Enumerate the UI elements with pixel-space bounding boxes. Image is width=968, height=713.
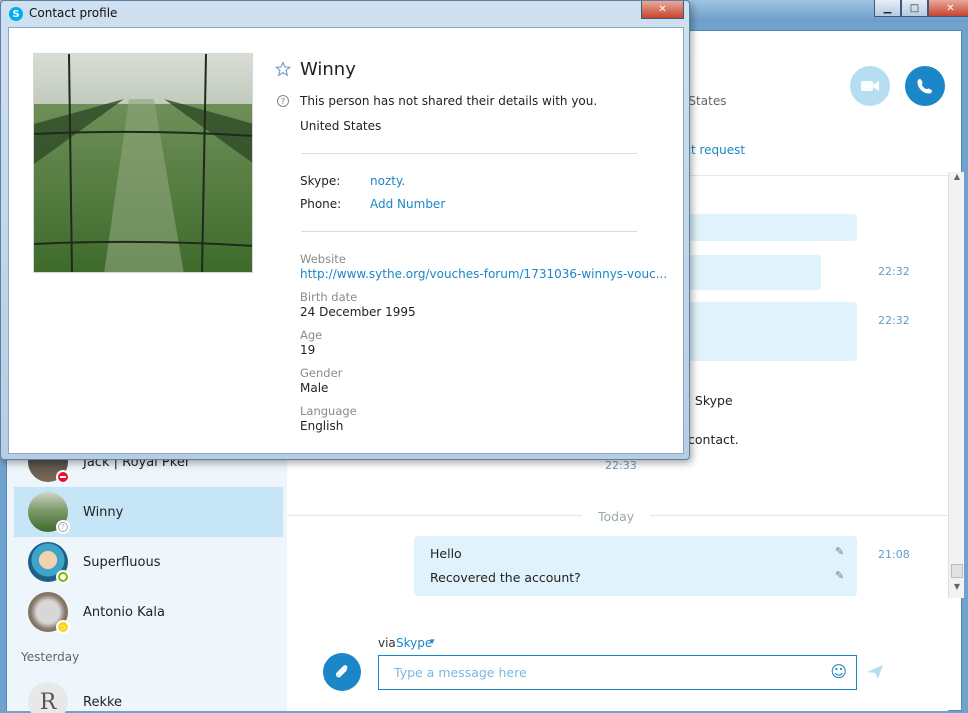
- privacy-note: This person has not shared their details…: [300, 94, 598, 108]
- profile-photo: [33, 53, 253, 273]
- message-text: contact.: [688, 432, 739, 447]
- help-icon: ?: [277, 95, 289, 107]
- message-input-placeholder: Type a message here: [394, 665, 527, 680]
- paperclip-icon: [335, 665, 348, 678]
- skype-label: Skype:: [300, 174, 341, 188]
- video-camera-icon: [861, 81, 879, 91]
- divider: [301, 231, 637, 232]
- profile-close-button[interactable]: ✕: [641, 1, 684, 19]
- age-value: 19: [300, 343, 316, 357]
- contact-item-antonio[interactable]: ◷ Antonio Kala: [14, 587, 283, 637]
- message-input-box[interactable]: Type a message here ☺: [378, 655, 857, 690]
- scroll-down-arrow[interactable]: ▼: [951, 582, 963, 596]
- message-time: 22:32: [878, 265, 910, 278]
- away-status-icon: ◷: [56, 620, 70, 634]
- language-label: Language: [300, 404, 357, 418]
- age-label: Age: [300, 328, 323, 342]
- contact-item-rekke[interactable]: R Rekke: [14, 677, 283, 713]
- avatar: R: [28, 682, 68, 713]
- edit-icon[interactable]: ✎: [835, 569, 844, 582]
- via-label: via: [378, 636, 396, 650]
- attach-button[interactable]: [323, 653, 361, 691]
- skype-name-value[interactable]: nozty.: [370, 174, 405, 188]
- message-bubble: [414, 536, 857, 596]
- contact-name: Antonio Kala: [83, 604, 165, 620]
- message-time: 22:32: [878, 314, 910, 327]
- minimize-button[interactable]: ▁: [874, 0, 901, 17]
- avatar: [28, 542, 70, 584]
- divider: [301, 153, 637, 154]
- section-label-yesterday: Yesterday: [21, 650, 80, 664]
- message-time: 21:08: [878, 548, 910, 561]
- emoticon-icon[interactable]: ☺: [830, 662, 847, 681]
- message-text: Hello: [430, 546, 462, 561]
- send-button[interactable]: [866, 664, 884, 683]
- contact-profile-window: S Contact profile ✕ Winny ? This person …: [0, 0, 690, 460]
- gender-value: Male: [300, 381, 329, 395]
- birth-date-label: Birth date: [300, 290, 358, 304]
- avatar: ?: [28, 492, 70, 534]
- avatar: ◷: [28, 592, 70, 634]
- chevron-down-icon[interactable]: ▾: [430, 637, 435, 647]
- message-text: n Skype: [683, 393, 733, 408]
- phone-label: Phone:: [300, 197, 342, 211]
- profile-window-title: Contact profile: [29, 6, 118, 20]
- favorite-star-icon[interactable]: [275, 61, 291, 77]
- day-separator-label: Today: [582, 509, 651, 524]
- profile-country: United States: [300, 119, 382, 133]
- language-value: English: [300, 419, 344, 433]
- contact-name: Winny: [83, 504, 124, 520]
- busy-status-icon: [56, 470, 70, 484]
- via-service-selector[interactable]: Skype: [396, 636, 432, 650]
- maximize-button[interactable]: □: [901, 0, 928, 17]
- profile-name: Winny: [300, 59, 356, 80]
- scroll-up-arrow[interactable]: ▲: [951, 172, 963, 186]
- edit-icon[interactable]: ✎: [835, 545, 844, 558]
- online-status-icon: [56, 570, 70, 584]
- profile-photo-image: [34, 54, 252, 272]
- unknown-status-icon: ?: [56, 520, 70, 534]
- message-text: Recovered the account?: [430, 570, 581, 585]
- conversation-scrollbar[interactable]: ▲ ▼: [948, 172, 964, 598]
- website-label: Website: [300, 252, 346, 266]
- send-icon: [867, 665, 883, 679]
- video-call-button[interactable]: [850, 66, 890, 106]
- contact-item-superfluous[interactable]: Superfluous: [14, 537, 283, 587]
- website-link[interactable]: http://www.sythe.org/vouches-forum/17310…: [300, 267, 667, 281]
- contact-item-winny[interactable]: ? Winny: [14, 487, 283, 537]
- main-window-controls: ▁ □ ✕: [874, 0, 968, 17]
- add-number-link[interactable]: Add Number: [370, 197, 445, 211]
- contact-name: Superfluous: [83, 554, 161, 570]
- scroll-thumb[interactable]: [951, 564, 963, 578]
- skype-logo-icon: S: [9, 7, 23, 21]
- contact-name: Rekke: [83, 694, 123, 710]
- audio-call-button[interactable]: [905, 66, 945, 106]
- message-time: 22:33: [605, 459, 637, 472]
- profile-titlebar[interactable]: S Contact profile ✕: [1, 1, 691, 27]
- gender-label: Gender: [300, 366, 343, 380]
- birth-date-value: 24 December 1995: [300, 305, 416, 319]
- phone-icon: [917, 79, 932, 94]
- close-button[interactable]: ✕: [928, 0, 968, 17]
- profile-content: Winny ? This person has not shared their…: [8, 27, 684, 454]
